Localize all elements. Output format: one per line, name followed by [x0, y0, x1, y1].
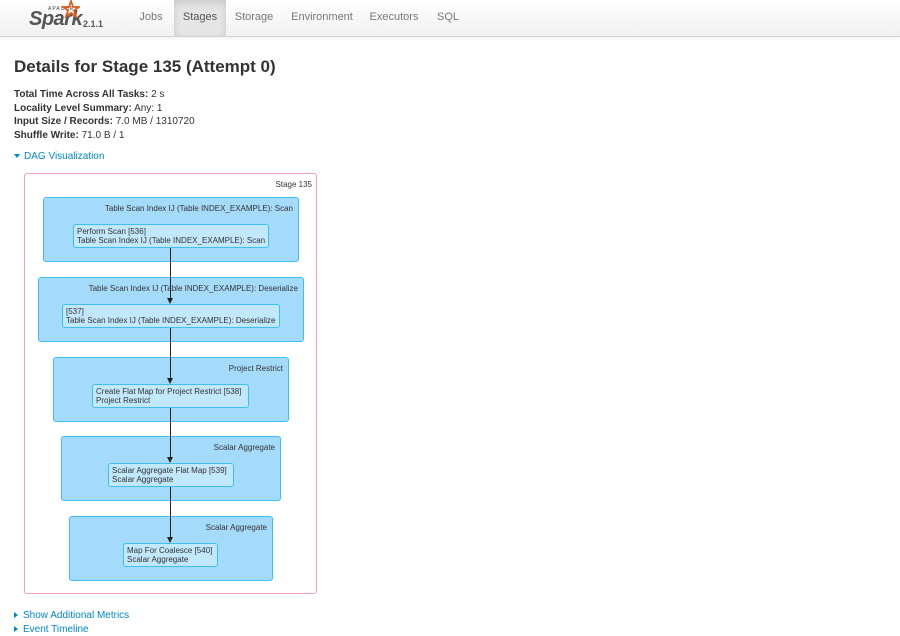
summary-value: 71.0 B / 1: [81, 129, 125, 141]
dag-toggle-label: DAG Visualization: [24, 151, 105, 162]
node-line1: Scalar Aggregate Flat Map [539]: [112, 466, 227, 475]
nav-executors[interactable]: Executors: [362, 0, 426, 36]
dag-node-map-for-coalesce[interactable]: Map For Coalesce [540] Scalar Aggregate: [123, 543, 218, 567]
node-line1: [537]: [66, 307, 84, 316]
dag-edge-arrowhead: [167, 457, 173, 463]
dag-node-flat-map[interactable]: Create Flat Map for Project Restrict [53…: [92, 384, 249, 408]
additional-metrics-label: Show Additional Metrics: [23, 610, 130, 621]
dag-visualization-toggle[interactable]: DAG Visualization: [14, 151, 104, 162]
node-line1: Perform Scan [536]: [77, 227, 146, 236]
cluster-label: Table Scan Index IJ (Table INDEX_EXAMPLE…: [88, 284, 298, 293]
node-line2: Scalar Aggregate: [112, 475, 174, 484]
caret-down-icon: [14, 154, 20, 158]
summary-value: 7.0 MB / 1310720: [115, 116, 195, 127]
summary-value: Any: 1: [134, 102, 163, 114]
stage-summary: Total Time Across All Tasks: 2 s Localit…: [14, 88, 195, 142]
cluster-label: Table Scan Index IJ (Table INDEX_EXAMPLE…: [104, 204, 293, 213]
dag-edge: [170, 408, 171, 457]
summary-label: Shuffle Write:: [14, 129, 79, 141]
summary-input-size: Input Size / Records: 7.0 MB / 1310720: [14, 115, 195, 129]
summary-shuffle-write: Shuffle Write: 71.0 B / 1: [14, 129, 195, 143]
dag-edge-arrowhead: [167, 298, 173, 304]
nav-storage[interactable]: Storage: [226, 0, 282, 36]
spark-logo[interactable]: APACHE Spark 2.1.1: [26, 0, 116, 34]
dag-edge-arrowhead: [167, 537, 173, 543]
stage-label: Stage 135: [275, 180, 312, 189]
node-line1: Map For Coalesce [540]: [127, 546, 213, 555]
node-line2: Table Scan Index IJ (Table INDEX_EXAMPLE…: [66, 316, 276, 325]
spark-star-icon: [62, 0, 80, 18]
summary-label: Input Size / Records:: [14, 116, 113, 127]
nav-sql[interactable]: SQL: [426, 0, 470, 36]
summary-total-time: Total Time Across All Tasks: 2 s: [14, 88, 195, 102]
summary-label: Locality Level Summary:: [14, 102, 132, 114]
top-navbar: APACHE Spark 2.1.1 Jobs Stages Storage E…: [0, 0, 900, 37]
dag-edge: [170, 328, 171, 378]
nav-environment[interactable]: Environment: [282, 0, 362, 36]
spark-version: 2.1.1: [83, 19, 104, 29]
dag-node-perform-scan[interactable]: Perform Scan [536] Table Scan Index IJ (…: [73, 224, 269, 248]
show-additional-metrics-toggle[interactable]: Show Additional Metrics: [14, 610, 129, 621]
nav-stages[interactable]: Stages: [174, 0, 226, 36]
page-title: Details for Stage 135 (Attempt 0): [14, 57, 276, 76]
dag-edge: [170, 487, 171, 537]
node-line2: Table Scan Index IJ (Table INDEX_EXAMPLE…: [77, 236, 266, 245]
node-line1: Create Flat Map for Project Restrict [53…: [96, 387, 242, 396]
node-line2: Scalar Aggregate: [127, 555, 189, 564]
caret-right-icon: [14, 626, 18, 632]
dag-node-deserialize[interactable]: [537] Table Scan Index IJ (Table INDEX_E…: [62, 304, 280, 328]
cluster-label: Scalar Aggregate: [213, 443, 275, 452]
cluster-label: Scalar Aggregate: [205, 523, 267, 532]
event-timeline-toggle[interactable]: Event Timeline: [14, 624, 89, 635]
cluster-label: Project Restrict: [228, 364, 283, 373]
dag-edge: [170, 248, 171, 298]
dag-node-scalar-aggregate-flat-map[interactable]: Scalar Aggregate Flat Map [539] Scalar A…: [108, 463, 234, 487]
dag-edge-arrowhead: [167, 378, 173, 384]
summary-label: Total Time Across All Tasks:: [14, 89, 149, 100]
nav-jobs[interactable]: Jobs: [128, 0, 174, 36]
summary-locality: Locality Level Summary: Any: 1: [14, 102, 195, 116]
event-timeline-label: Event Timeline: [23, 624, 89, 635]
node-line2: Project Restrict: [96, 396, 151, 405]
caret-right-icon: [14, 612, 18, 618]
summary-value: 2 s: [151, 89, 165, 100]
